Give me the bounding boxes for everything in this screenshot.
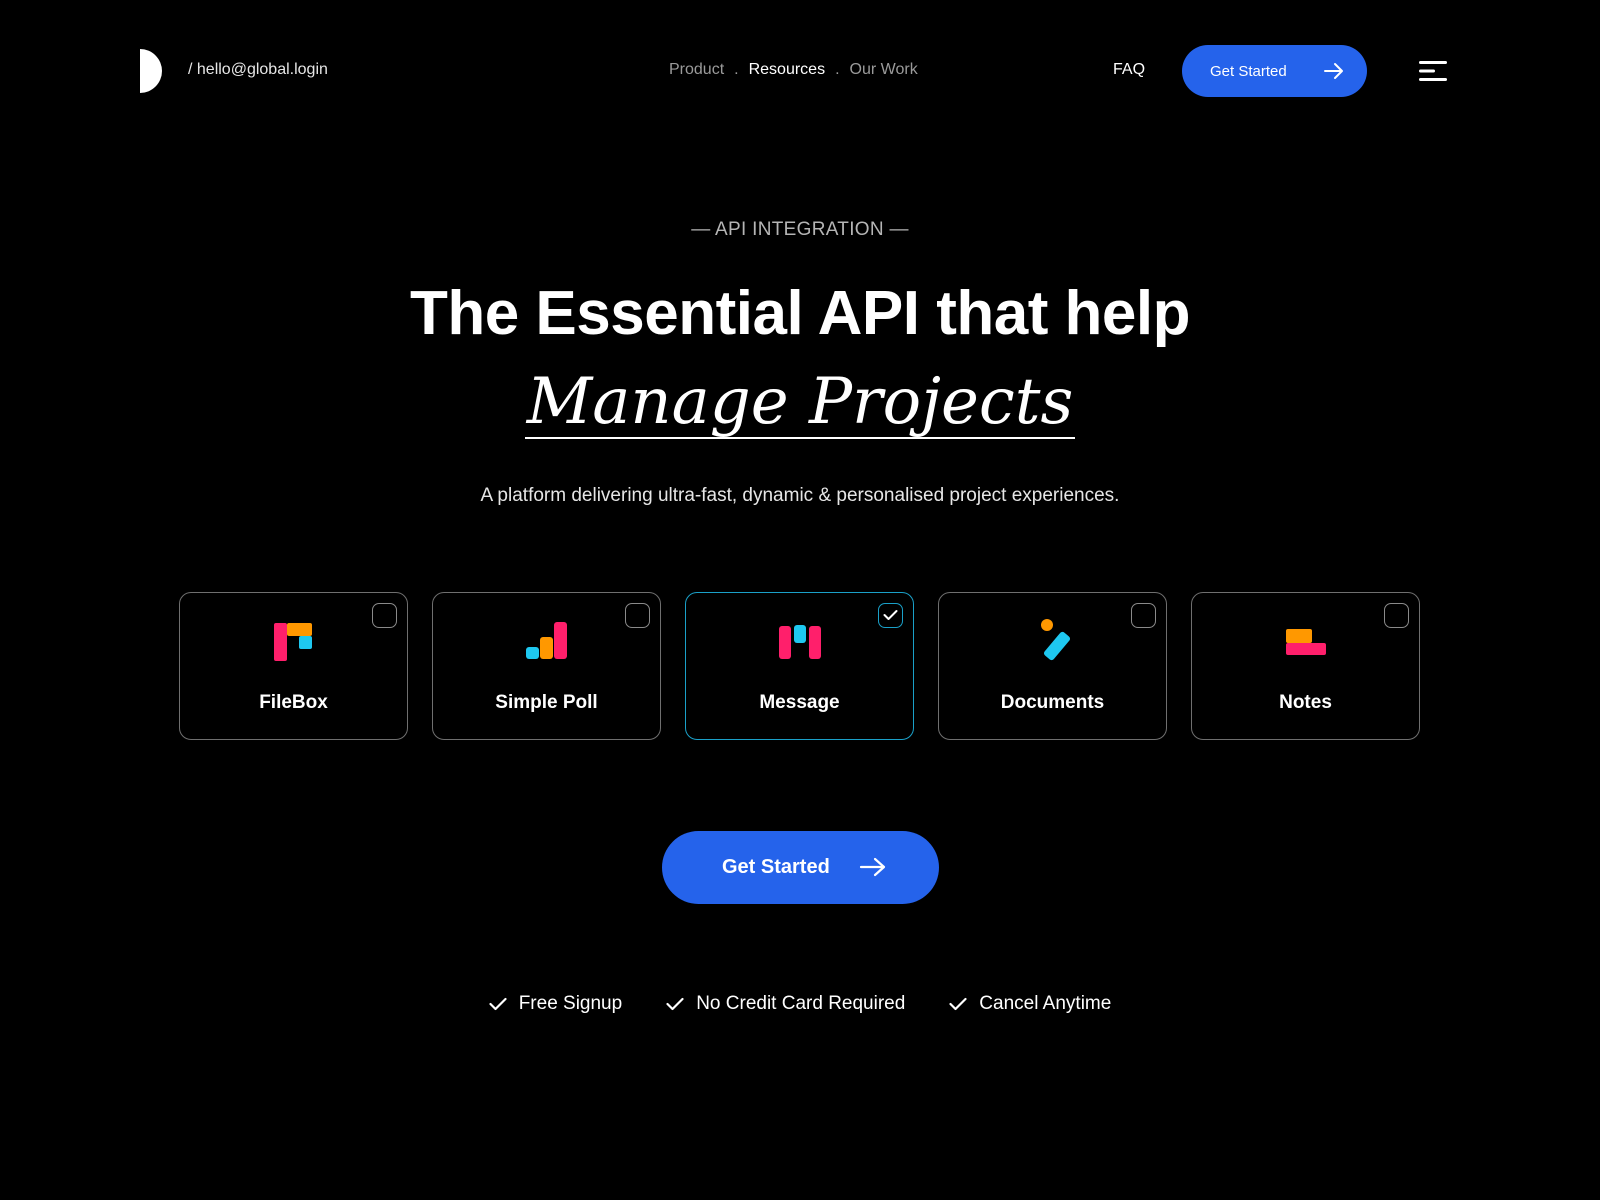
perk-label: Cancel Anytime xyxy=(979,993,1112,1014)
hero-title: The Essential API that help xyxy=(409,279,1191,348)
main-nav: Product . Resources . Our Work xyxy=(669,61,918,79)
filebox-icon xyxy=(273,623,312,661)
card-checkbox[interactable] xyxy=(1384,603,1409,628)
card-documents[interactable]: Documents xyxy=(938,592,1167,740)
card-message[interactable]: Message xyxy=(685,592,914,740)
card-notes[interactable]: Notes xyxy=(1191,592,1420,740)
card-checkbox[interactable] xyxy=(1131,603,1156,628)
card-simple-poll[interactable]: Simple Poll xyxy=(432,592,661,740)
card-checkbox[interactable] xyxy=(625,603,650,628)
hero-subtitle: A platform delivering ultra-fast, dynami… xyxy=(480,485,1120,506)
perks-list: Free Signup No Credit Card Required Canc… xyxy=(0,993,1600,1015)
hero-title-italic: Manage Projects xyxy=(0,365,1600,440)
hero-eyebrow: — API INTEGRATION — xyxy=(691,219,909,240)
site-header: / hello@global.login Product . Resources… xyxy=(0,0,1600,142)
perk-label: Free Signup xyxy=(518,993,623,1014)
card-checkbox-checked[interactable] xyxy=(878,603,903,628)
card-label: Documents xyxy=(1000,692,1105,713)
simple-poll-icon xyxy=(525,622,567,659)
get-started-button[interactable]: Get Started xyxy=(662,831,939,904)
checkmark-icon xyxy=(666,997,684,1011)
card-label: Message xyxy=(759,692,840,713)
integration-cards: FileBox Simple Poll Message Documents No… xyxy=(179,592,1421,740)
checkmark-icon xyxy=(489,997,507,1011)
nav-item-our-work[interactable]: Our Work xyxy=(850,61,918,79)
email-link[interactable]: / hello@global.login xyxy=(188,61,328,79)
message-icon xyxy=(778,625,821,659)
checkmark-icon xyxy=(949,997,967,1011)
hamburger-menu-icon[interactable] xyxy=(1419,59,1447,83)
nav-item-product[interactable]: Product xyxy=(669,61,724,79)
nav-item-resources[interactable]: Resources xyxy=(749,61,825,79)
notes-icon xyxy=(1285,629,1326,655)
perk-item: Free Signup xyxy=(489,993,623,1015)
header-get-started-label: Get Started xyxy=(1210,62,1287,80)
card-label: FileBox xyxy=(259,692,328,713)
perk-item: No Credit Card Required xyxy=(666,993,905,1015)
perk-item: Cancel Anytime xyxy=(949,993,1111,1015)
checkmark-icon xyxy=(883,610,898,620)
documents-icon xyxy=(1040,619,1070,661)
arrow-right-icon xyxy=(1324,63,1343,79)
card-filebox[interactable]: FileBox xyxy=(179,592,408,740)
nav-separator: . xyxy=(734,61,739,78)
arrow-right-icon xyxy=(859,857,886,877)
header-get-started-button[interactable]: Get Started xyxy=(1182,45,1367,97)
hero-title-italic-text: Manage Projects xyxy=(524,365,1076,440)
card-label: Notes xyxy=(1279,692,1332,713)
get-started-label: Get Started xyxy=(722,856,830,878)
half-circle-logo-icon[interactable] xyxy=(140,49,162,93)
perk-label: No Credit Card Required xyxy=(696,993,906,1014)
card-label: Simple Poll xyxy=(495,692,598,713)
card-checkbox[interactable] xyxy=(372,603,397,628)
nav-separator: . xyxy=(835,61,840,78)
faq-link[interactable]: FAQ xyxy=(1113,61,1145,79)
